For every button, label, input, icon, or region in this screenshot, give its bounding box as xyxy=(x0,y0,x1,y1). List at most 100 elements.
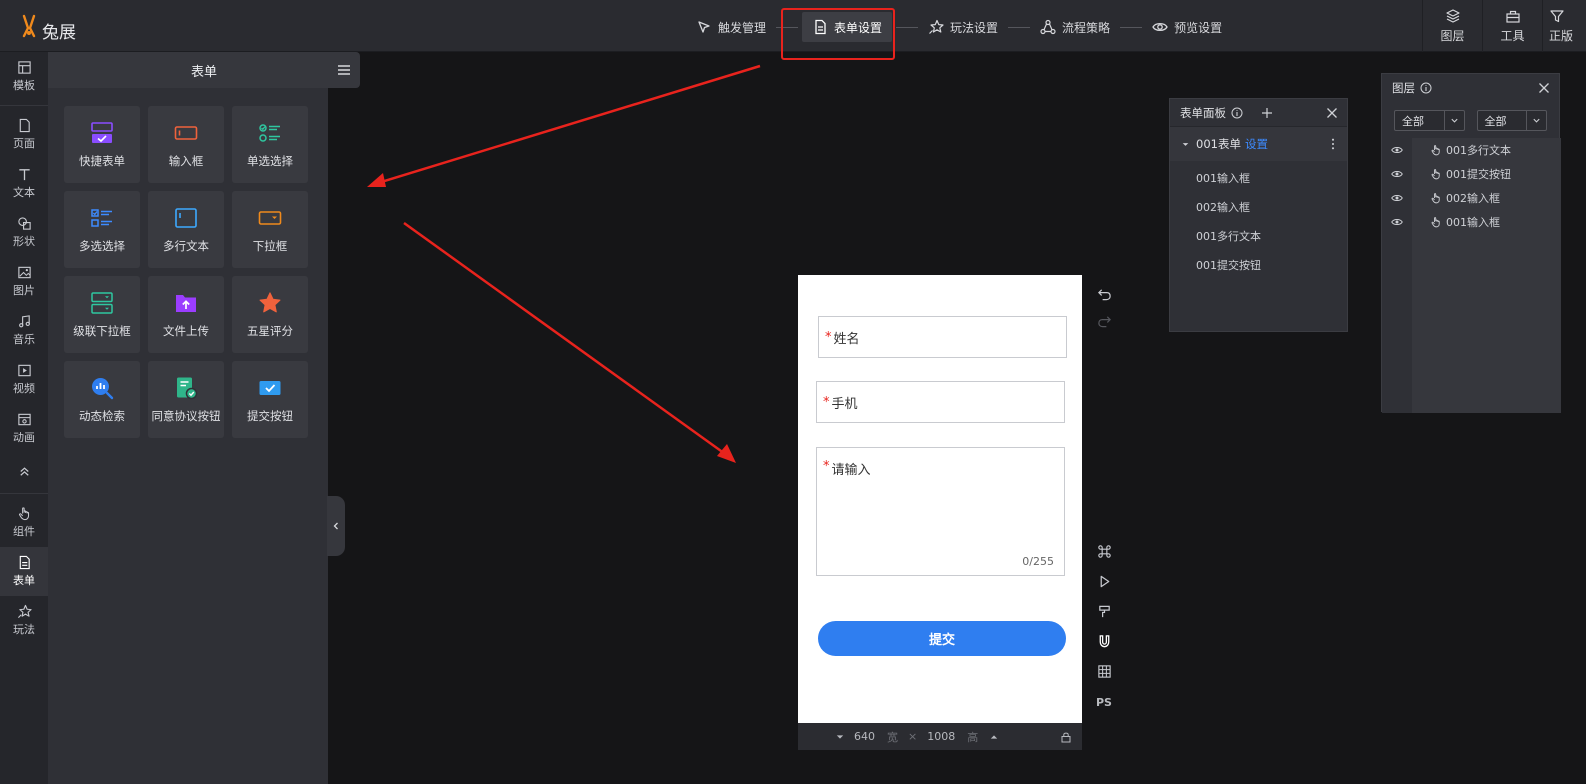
form-settings-link[interactable]: 设置 xyxy=(1245,136,1268,152)
form-tree-item[interactable]: 001多行文本 xyxy=(1170,221,1347,250)
component-file-upload[interactable]: 文件上传 xyxy=(148,276,224,353)
form-tree-item[interactable]: 001提交按钮 xyxy=(1170,250,1347,279)
app-logo[interactable]: 兔展 xyxy=(18,12,76,43)
rail-label: 动画 xyxy=(13,431,35,444)
form-tree-item[interactable]: 002输入框 xyxy=(1170,192,1347,221)
layers-button[interactable]: 图层 xyxy=(1422,0,1482,52)
play-icon xyxy=(1100,575,1109,587)
step-form-settings[interactable]: 表单设置 xyxy=(802,12,893,42)
layer-row[interactable]: 001多行文本 xyxy=(1412,138,1561,162)
layer-panel: 图层 全部 全部 001多行文本 001提交按钮 002输入框 001输入框 xyxy=(1381,73,1561,413)
layer-name: 001多行文本 xyxy=(1446,144,1511,157)
tools-button[interactable]: 工具 xyxy=(1482,0,1542,52)
component-dynamic-search[interactable]: 动态检索 xyxy=(64,361,140,438)
rail-item-template[interactable]: 模板 xyxy=(0,52,48,101)
layer-filter-select-1[interactable]: 全部 xyxy=(1394,110,1465,131)
rail-item-music[interactable]: 音乐 xyxy=(0,306,48,355)
component-star-rating[interactable]: 五星评分 xyxy=(232,276,308,353)
component-agreement-button[interactable]: 同意协议按钮 xyxy=(148,361,224,438)
grid-button[interactable] xyxy=(1094,661,1114,681)
visibility-toggle[interactable] xyxy=(1382,186,1412,210)
step-label: 触发管理 xyxy=(718,20,767,35)
rail-item-component[interactable]: 组件 xyxy=(0,498,48,547)
phone-number-field[interactable]: * 手机 xyxy=(816,381,1065,423)
redo-icon xyxy=(1097,315,1111,327)
form-component-panel: 表单 快捷表单 输入框 单选选择 多选选择 多行文本 下拉框 级联下拉框 文件上… xyxy=(48,52,360,784)
name-field[interactable]: * 姓名 xyxy=(818,316,1067,358)
canvas-height-value[interactable]: 1008 xyxy=(927,730,955,743)
layer-filter-select-2[interactable]: 全部 xyxy=(1476,110,1547,131)
form-tree-item[interactable]: 001输入框 xyxy=(1170,163,1347,192)
dropdown-icon xyxy=(258,210,282,225)
info-icon[interactable] xyxy=(1231,107,1243,119)
step-process-strategy[interactable]: 流程策略 xyxy=(1034,12,1116,42)
rail-item-form[interactable]: 表单 xyxy=(0,547,48,596)
rail-label: 文本 xyxy=(13,186,35,199)
rail-divider xyxy=(0,493,48,494)
rail-item-gameplay[interactable]: 玩法 xyxy=(0,596,48,645)
form-tree-root[interactable]: 001表单 设置 xyxy=(1170,127,1347,161)
component-multiline-text[interactable]: 多行文本 xyxy=(148,191,224,268)
component-multi-choice[interactable]: 多选选择 xyxy=(64,191,140,268)
component-cascade-dropdown[interactable]: 级联下拉框 xyxy=(64,276,140,353)
format-painter-button[interactable] xyxy=(1094,601,1114,621)
caret-down-icon[interactable] xyxy=(836,733,844,741)
rail-item-text[interactable]: 文本 xyxy=(0,159,48,208)
step-gameplay-settings[interactable]: 玩法设置 xyxy=(922,12,1004,42)
genuine-button[interactable]: 正版 xyxy=(1542,0,1586,52)
caret-up-icon[interactable] xyxy=(990,733,998,741)
rail-item-animation[interactable]: 动画 xyxy=(0,404,48,453)
step-label: 表单设置 xyxy=(834,20,883,35)
redo-button[interactable] xyxy=(1094,311,1114,331)
rail-item-video[interactable]: 视频 xyxy=(0,355,48,404)
visibility-toggle[interactable] xyxy=(1382,162,1412,186)
component-submit-button[interactable]: 提交按钮 xyxy=(232,361,308,438)
close-icon[interactable] xyxy=(1537,81,1551,95)
step-preview-settings[interactable]: 预览设置 xyxy=(1146,12,1228,42)
rail-item-shape[interactable]: 形状 xyxy=(0,208,48,257)
layer-row[interactable]: 001提交按钮 xyxy=(1412,162,1561,186)
play-button[interactable] xyxy=(1094,571,1114,591)
visibility-column xyxy=(1382,138,1412,413)
component-dropdown[interactable]: 下拉框 xyxy=(232,191,308,268)
text-icon xyxy=(18,169,30,181)
music-note-icon xyxy=(18,315,30,328)
caret-down-icon[interactable] xyxy=(1182,141,1189,148)
component-label: 级联下拉框 xyxy=(73,323,131,338)
rail-label: 组件 xyxy=(13,525,35,538)
layer-panel-title: 图层 xyxy=(1392,81,1415,95)
shortcut-button[interactable] xyxy=(1094,541,1114,561)
left-rail: 模板 页面 文本 形状 图片 音乐 视频 动画 组件 表单 玩法 xyxy=(0,52,48,784)
component-quick-form[interactable]: 快捷表单 xyxy=(64,106,140,183)
panel-collapse-handle[interactable] xyxy=(327,496,345,556)
more-vertical-icon[interactable] xyxy=(1331,138,1335,150)
hamburger-menu-icon[interactable] xyxy=(336,62,352,78)
component-grid: 快捷表单 输入框 单选选择 多选选择 多行文本 下拉框 级联下拉框 文件上传 五… xyxy=(64,106,308,438)
layers-icon xyxy=(1445,9,1460,23)
form-document-icon xyxy=(19,555,30,570)
rail-collapse-toggle[interactable] xyxy=(0,453,48,489)
info-icon[interactable] xyxy=(1420,82,1432,94)
component-input[interactable]: 输入框 xyxy=(148,106,224,183)
undo-button[interactable] xyxy=(1094,284,1114,304)
visibility-toggle[interactable] xyxy=(1382,138,1412,162)
close-icon[interactable] xyxy=(1325,106,1339,120)
canvas-width-value[interactable]: 640 xyxy=(854,730,875,743)
multiline-text-field[interactable]: * 请输入 0/255 xyxy=(816,447,1065,576)
layer-row[interactable]: 001输入框 xyxy=(1412,210,1561,234)
component-label: 提交按钮 xyxy=(247,408,293,423)
rail-item-page[interactable]: 页面 xyxy=(0,110,48,159)
submit-button[interactable]: 提交 xyxy=(818,621,1066,656)
step-trigger-management[interactable]: 触发管理 xyxy=(690,12,772,42)
ps-import-button[interactable]: PS xyxy=(1094,692,1114,712)
rail-item-image[interactable]: 图片 xyxy=(0,257,48,306)
component-single-choice[interactable]: 单选选择 xyxy=(232,106,308,183)
magnet-button[interactable] xyxy=(1094,631,1114,651)
lock-icon[interactable] xyxy=(1060,731,1072,743)
shape-icon xyxy=(17,217,31,230)
layer-row[interactable]: 002输入框 xyxy=(1412,186,1561,210)
step-connector xyxy=(1008,26,1031,28)
plus-icon[interactable] xyxy=(1261,107,1273,119)
format-brush-icon xyxy=(1098,605,1110,617)
visibility-toggle[interactable] xyxy=(1382,210,1412,234)
